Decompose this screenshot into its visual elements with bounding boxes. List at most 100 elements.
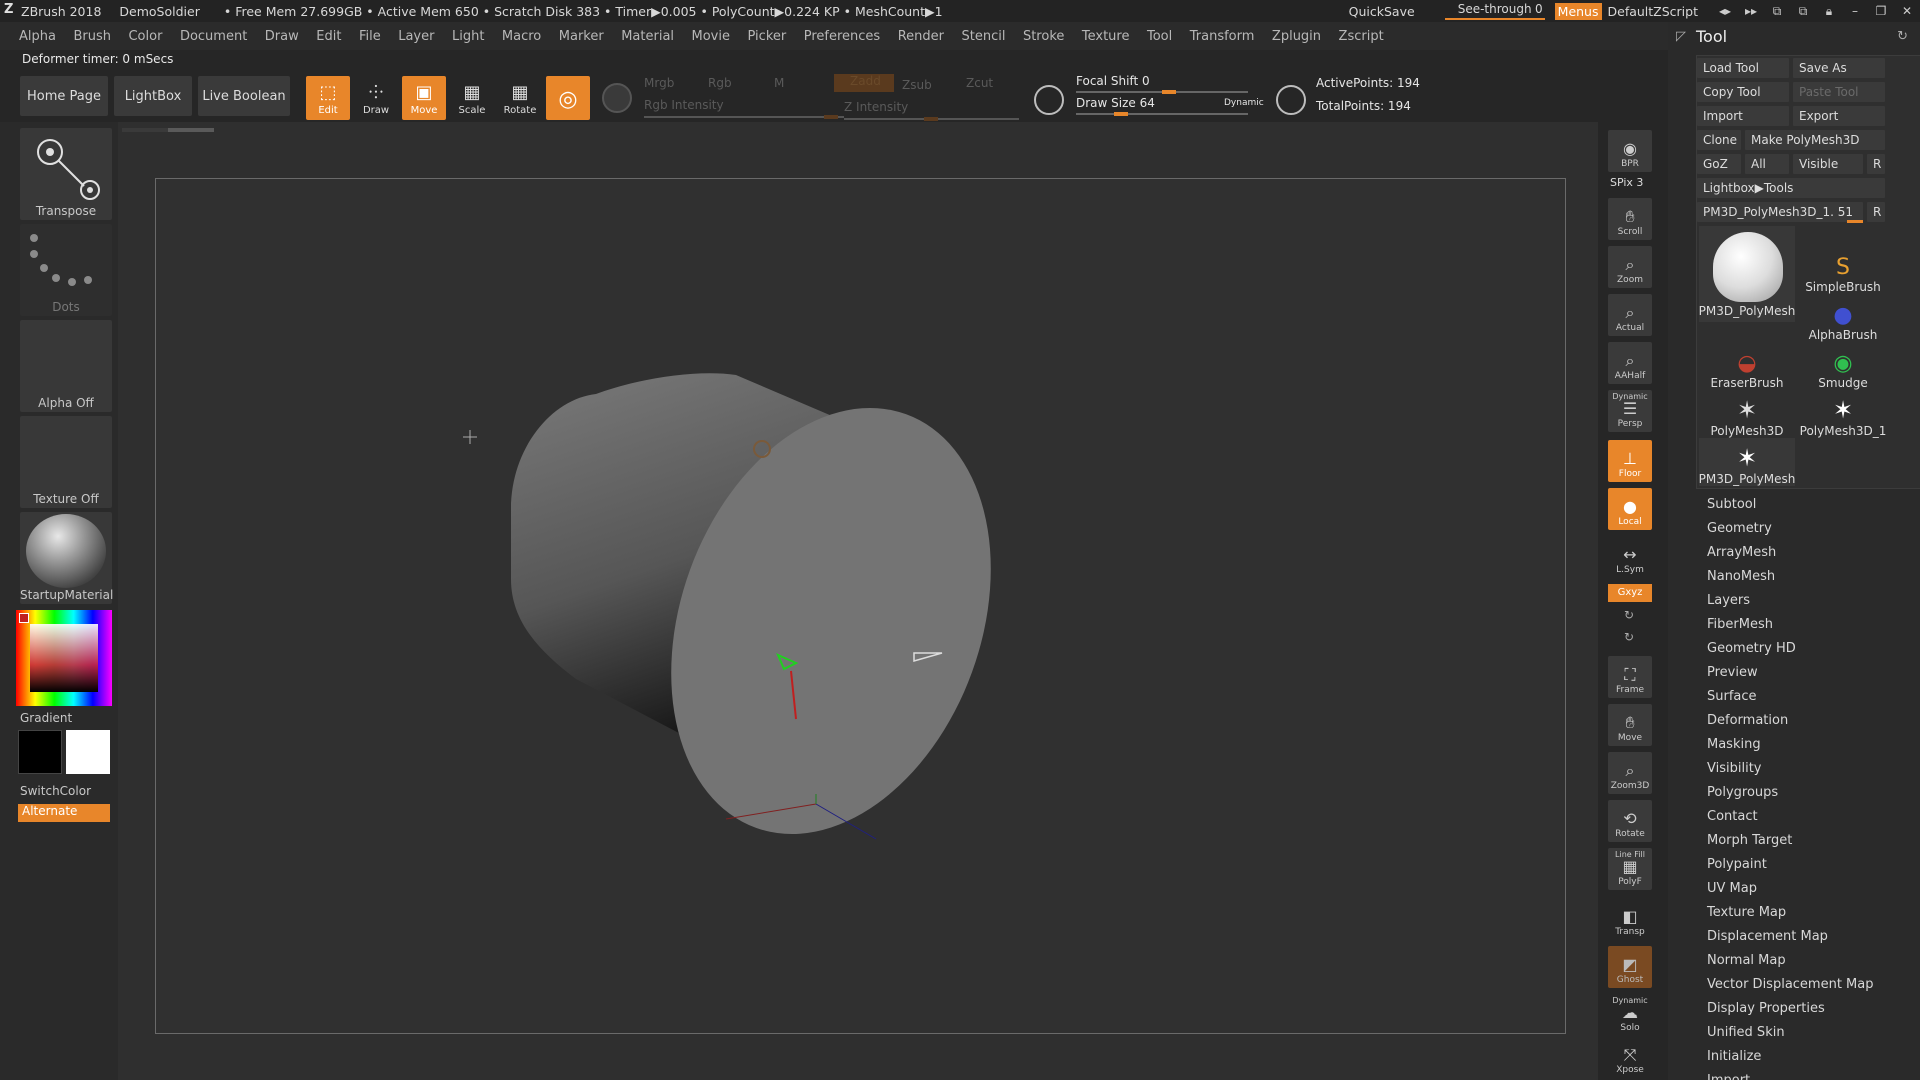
z-intensity-slider[interactable]: Z Intensity [844,100,908,114]
menu-marker[interactable]: Marker [559,29,604,44]
menu-macro[interactable]: Macro [502,29,541,44]
dynamic-toggle[interactable]: Dynamic [1224,98,1264,108]
section-morph-target[interactable]: Morph Target [1707,833,1792,848]
panel-refresh-icon[interactable]: ↻ [1897,29,1908,44]
actual-button[interactable]: ⌕ Actual [1608,294,1652,336]
ghost-button[interactable]: ◩ Ghost [1608,946,1652,988]
zadd-button[interactable]: Zadd [834,74,894,92]
window-layout-icon[interactable]: ⧉ [1764,4,1790,19]
edit-mode-button[interactable]: ⬚ Edit [306,76,350,120]
section-nanomesh[interactable]: NanoMesh [1707,569,1775,584]
tool-thumb-alphabrush[interactable]: ● AlphaBrush [1795,294,1891,342]
menu-draw[interactable]: Draw [265,29,299,44]
draw-mode-button[interactable]: ⸭ Draw [354,76,398,120]
lazy-mouse-icon[interactable] [1034,85,1064,115]
menu-color[interactable]: Color [128,29,162,44]
section-visibility[interactable]: Visibility [1707,761,1761,776]
menus-toggle-button[interactable]: Menus [1554,2,1602,20]
menu-transform[interactable]: Transform [1190,29,1255,44]
section-arraymesh[interactable]: ArrayMesh [1707,545,1776,560]
tool-thumb-polymesh3d[interactable]: ✶ PolyMesh3D [1699,390,1795,438]
rgb-button[interactable]: Rgb [708,76,732,90]
tool-thumb-smudge[interactable]: ◉ Smudge [1795,342,1891,390]
zcut-button[interactable]: Zcut [966,76,993,90]
secondary-color-swatch[interactable] [66,730,110,774]
current-tool-slider[interactable]: PM3D_PolyMesh3D_1. 51 [1697,202,1863,222]
lsym-button[interactable]: ↔ L.Sym [1608,536,1652,578]
xpose-button[interactable]: ⤧ Xpose [1608,1040,1652,1078]
menu-file[interactable]: File [359,29,381,44]
goz-visible-button[interactable]: Visible [1793,154,1863,174]
switchcolor-button[interactable]: SwitchColor [20,784,91,798]
lightbox-tools-button[interactable]: Lightbox▶Tools [1697,178,1885,198]
z-intensity-knob[interactable] [924,117,938,121]
move-view-button[interactable]: ✋︎ Move [1608,704,1652,746]
export-button[interactable]: Export [1793,106,1885,126]
section-import[interactable]: Import [1707,1073,1750,1080]
load-tool-button[interactable]: Load Tool [1697,58,1789,78]
move-mode-button[interactable]: ▣ Move [402,76,446,120]
menu-movie[interactable]: Movie [692,29,730,44]
section-geometry-hd[interactable]: Geometry HD [1707,641,1796,656]
menu-document[interactable]: Document [180,29,247,44]
maximize-icon[interactable]: ❐ [1868,4,1894,18]
tool-thumb-simplebrush[interactable]: S SimpleBrush [1795,246,1891,294]
default-zscript-button[interactable]: DefaultZScript [1608,4,1699,19]
rgb-intensity-track[interactable] [644,116,844,118]
solo-button[interactable]: Dynamic ☁ Solo [1608,994,1652,1036]
spix-slider[interactable]: SPix 3 [1610,176,1643,189]
rotate-mode-button[interactable]: ▦ Rotate [498,76,542,120]
persp-button[interactable]: Dynamic ☰ Persp [1608,390,1652,432]
texture-button[interactable]: Texture Off [20,416,112,508]
color-picker[interactable] [16,610,112,706]
menu-texture[interactable]: Texture [1082,29,1130,44]
material-button[interactable]: StartupMaterial [20,512,113,604]
section-preview[interactable]: Preview [1707,665,1758,680]
panel-pin-icon[interactable]: ◸ [1676,29,1686,44]
zoom-button[interactable]: ⌕ Zoom [1608,246,1652,288]
bpr-button[interactable]: ◉ BPR [1608,130,1652,172]
menu-stencil[interactable]: Stencil [961,29,1005,44]
menu-alpha[interactable]: Alpha [19,29,56,44]
stroke-dots-button[interactable]: Dots [20,224,112,316]
tool-thumb-polymesh3d-1[interactable]: ✶ PolyMesh3D_1 [1795,390,1891,438]
menu-layer[interactable]: Layer [398,29,434,44]
focal-shift-slider[interactable]: Focal Shift 0 [1076,74,1150,88]
menu-light[interactable]: Light [452,29,484,44]
current-tool-knob[interactable] [1847,220,1863,223]
section-texture-map[interactable]: Texture Map [1707,905,1786,920]
goz-r-button[interactable]: R [1867,154,1885,174]
mrgb-button[interactable]: Mrgb [644,76,674,90]
minimize-icon[interactable]: – [1842,4,1868,18]
menu-picker[interactable]: Picker [748,29,787,44]
color-indicator[interactable] [19,613,29,623]
copy-tool-button[interactable]: Copy Tool [1697,82,1789,102]
alpha-button[interactable]: Alpha Off [20,320,112,412]
section-uv-map[interactable]: UV Map [1707,881,1757,896]
goz-button[interactable]: GoZ [1697,154,1741,174]
scroll-thumb[interactable] [168,128,214,132]
polyf-button[interactable]: Line Fill ▦ PolyF [1608,848,1652,890]
section-subtool[interactable]: Subtool [1707,497,1756,512]
section-geometry[interactable]: Geometry [1707,521,1772,536]
section-vector-displacement-map[interactable]: Vector Displacement Map [1707,977,1874,992]
menu-preferences[interactable]: Preferences [804,29,880,44]
menu-tool[interactable]: Tool [1147,29,1172,44]
color-square[interactable] [30,624,98,692]
paste-tool-button[interactable]: Paste Tool [1793,82,1885,102]
main-color-swatch[interactable] [18,730,62,774]
menu-edit[interactable]: Edit [316,29,341,44]
section-polypaint[interactable]: Polypaint [1707,857,1767,872]
focal-shift-knob[interactable] [1162,90,1176,94]
section-masking[interactable]: Masking [1707,737,1761,752]
section-display-properties[interactable]: Display Properties [1707,1001,1825,1016]
menu-render[interactable]: Render [898,29,944,44]
document-canvas[interactable] [155,178,1566,1034]
scroll-button[interactable]: ✋︎ Scroll [1608,198,1652,240]
import-button[interactable]: Import [1697,106,1789,126]
menu-brush[interactable]: Brush [73,29,111,44]
home-page-button[interactable]: Home Page [20,76,108,116]
section-displacement-map[interactable]: Displacement Map [1707,929,1828,944]
draw-size-track[interactable] [1076,113,1248,115]
rotate-y-icon[interactable]: ↻ [1624,608,1634,622]
